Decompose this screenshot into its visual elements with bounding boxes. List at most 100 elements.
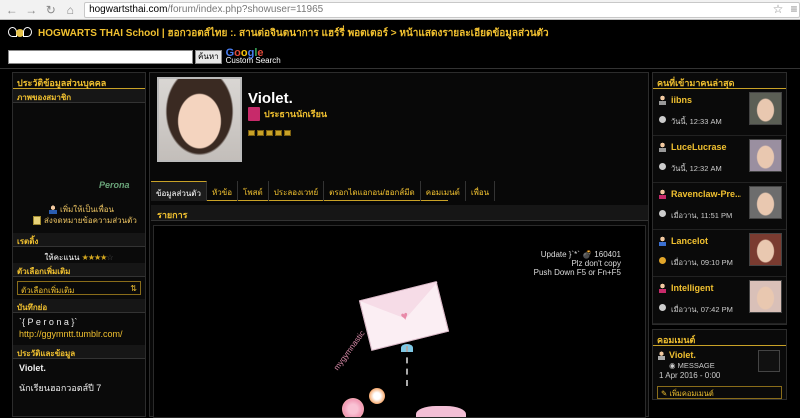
envelope-illustration: ♥ (358, 281, 450, 351)
clock-icon (659, 304, 666, 311)
info-year: นักเรียนฮอกวอตส์ปี 7 (19, 383, 102, 393)
member-person-icon (659, 236, 666, 246)
personal-quote: `{ P e r o n a }` (19, 317, 78, 327)
clock-icon (659, 257, 666, 264)
about-me-content: Update }`*` 💣 160401 Plz don't copy Push… (153, 225, 646, 418)
profile-sidebar: ประวัติข้อมูลส่วนบุคคล ภาพของสมาชิก Pero… (12, 72, 146, 417)
handwriting-text: mygymnastic (331, 328, 367, 373)
reload-icon[interactable]: ↻ (43, 2, 59, 18)
tab-comments[interactable]: คอมเมนต์ (421, 181, 466, 201)
browser-toolbar: ← → ↻ ⌂ hogwartsthai.com/forum/index.php… (0, 0, 800, 20)
signature-persona: Perona (99, 180, 130, 190)
clock-icon (659, 210, 666, 217)
visitor-time: เมื่อวาน, 09:10 PM (671, 258, 733, 267)
tab-profile[interactable]: ข้อมูลส่วนตัว (151, 181, 207, 201)
forward-arrow-icon[interactable]: → (24, 2, 40, 18)
add-comment-button[interactable]: ✎ เพิ่มคอมเมนต์ (657, 386, 782, 399)
visitor-name[interactable]: LuceLucrase (671, 142, 727, 152)
tumblr-link[interactable]: http://ggymntt.tumblr.com/ (13, 327, 145, 345)
profile-username: Violet. (248, 90, 293, 107)
visitor-time: วันนี้, 12:33 AM (671, 117, 722, 126)
comments-box: คอมเมนต์ Violet. ◉ MESSAGE 1 Apr 2016 - … (652, 329, 787, 400)
add-friend-icon (49, 205, 57, 214)
rating-empty-star[interactable]: ☆ (106, 253, 113, 262)
section-header: รายการ (151, 205, 648, 221)
options-dropdown-label: ตัวเลือกเพิ่มเติม (21, 286, 75, 295)
custom-search-label: Custom Search (225, 56, 281, 65)
visitor-row[interactable]: iibns วันนี้, 12:33 AM (653, 89, 786, 136)
visitor-avatar[interactable] (749, 139, 782, 172)
visitor-time: เมื่อวาน, 07:42 PM (671, 305, 733, 314)
rank-icon (248, 107, 260, 121)
visitor-row[interactable]: Ravenclaw-Pre... เมื่อวาน, 11:51 PM (653, 183, 786, 230)
rating-label: ให้คะแนน (44, 253, 80, 262)
comment-message-text: MESSAGE (677, 361, 715, 370)
options-dropdown[interactable]: ตัวเลือกเพิ่มเติม ⇅ (17, 281, 141, 295)
visitor-time: วันนี้, 12:32 AM (671, 164, 722, 173)
search-button[interactable]: ค้นหา (195, 50, 222, 64)
home-icon[interactable]: ⌂ (63, 2, 79, 18)
info-header: ประวัติและข้อมูล (13, 345, 145, 359)
recent-visitors-header: คนที่เข้ามาคนล่าสุด (653, 73, 786, 89)
rank-title: ประธานนักเรียน (264, 109, 328, 119)
update-line-1: Update }`*` 💣 160401 (540, 250, 621, 259)
clock-icon (659, 163, 666, 170)
back-arrow-icon[interactable]: ← (4, 2, 20, 18)
member-person-icon (659, 189, 666, 199)
tab-duel[interactable]: ประลองเวทย์ (269, 181, 325, 201)
notes-header: บันทึกย่อ (13, 299, 145, 313)
site-header: HOGWARTS THAI School | ฮอกวอตส์ไทย :. สา… (0, 20, 800, 46)
visitor-name[interactable]: Lancelot (671, 236, 708, 246)
member-person-icon (659, 283, 666, 293)
tab-diagon-alley[interactable]: ตรอกไดแอกอน/ฮอกส์มีด (324, 181, 421, 201)
info-name: Violet. (19, 363, 46, 373)
visitor-name[interactable]: Intelligent (671, 283, 714, 293)
rank-row: ประธานนักเรียน (248, 107, 327, 121)
address-bar[interactable]: hogwartsthai.com/forum/index.php?showuse… (84, 1, 800, 18)
menu-icon[interactable]: ≡ (786, 2, 800, 18)
tab-topics[interactable]: หัวข้อ (207, 181, 239, 201)
tab-posts[interactable]: โพสต์ (238, 181, 269, 201)
search-input[interactable] (8, 50, 193, 64)
google-custom-search-logo: Google Custom Search (225, 47, 281, 65)
rating-row[interactable]: ให้คะแนน ★★★★☆ (13, 247, 145, 263)
visitor-avatar[interactable] (749, 186, 782, 219)
profile-tabs: ข้อมูลส่วนตัว หัวข้อ โพสต์ ประลองเวทย์ ต… (151, 181, 496, 201)
url-path: /forum/index.php?showuser=11965 (167, 4, 324, 15)
visitor-avatar[interactable] (749, 92, 782, 125)
visitor-avatar[interactable] (749, 280, 782, 313)
tab-friends[interactable]: เพื่อน (466, 181, 496, 201)
visitor-time: เมื่อวาน, 11:51 PM (671, 211, 733, 220)
visitor-name[interactable]: Ravenclaw-Pre... (671, 189, 741, 199)
snitch-logo-icon[interactable] (8, 25, 32, 41)
lollipop-illustration (369, 388, 385, 404)
comment-avatar (758, 350, 780, 372)
visitor-row[interactable]: Lancelot เมื่อวาน, 09:10 PM (653, 230, 786, 277)
bow-illustration (416, 406, 466, 417)
visitor-row[interactable]: Intelligent เมื่อวาน, 07:42 PM (653, 277, 786, 324)
profile-sidebar-header: ประวัติข้อมูลส่วนบุคคล (13, 73, 145, 89)
comments-header: คอมเมนต์ (653, 330, 786, 346)
visitor-avatar[interactable] (749, 233, 782, 266)
rating-header: เรตติ้ง (13, 233, 145, 247)
visitor-row[interactable]: LuceLucrase วันนี้, 12:32 AM (653, 136, 786, 183)
add-comment-label: เพิ่มคอมเมนต์ (669, 389, 714, 398)
rating-stars[interactable]: ★★★★ (82, 253, 108, 262)
lollipop-illustration (342, 398, 364, 417)
update-notice: Update }`*` 💣 160401 Plz don't copy Push… (534, 250, 621, 277)
recent-visitors-box: คนที่เข้ามาคนล่าสุด iibns วันนี้, 12:33 A… (652, 72, 787, 325)
right-sidebar: คนที่เข้ามาคนล่าสุด iibns วันนี้, 12:33 A… (652, 72, 787, 417)
rank-pips (248, 130, 291, 136)
breadcrumb[interactable]: HOGWARTS THAI School | ฮอกวอตส์ไทย :. สา… (38, 26, 549, 41)
bookmark-star-icon[interactable]: ☆ (770, 2, 786, 18)
send-pm-link[interactable]: ส่งจดหมายข้อความส่วนตัว (33, 214, 137, 227)
search-row: ค้นหา Google Custom Search (8, 48, 281, 66)
send-pm-label: ส่งจดหมายข้อความส่วนตัว (44, 216, 137, 225)
member-person-icon (659, 142, 666, 152)
profile-main: Violet. ประธานนักเรียน ข้อมูลส่วนตัว หัว… (149, 72, 649, 418)
spring-illustration (406, 346, 416, 386)
mail-icon (33, 216, 41, 225)
update-line-2: Plz don't copy (571, 259, 621, 268)
options-header: ตัวเลือกเพิ่มเติม (13, 263, 145, 277)
visitor-name[interactable]: iibns (671, 95, 692, 105)
